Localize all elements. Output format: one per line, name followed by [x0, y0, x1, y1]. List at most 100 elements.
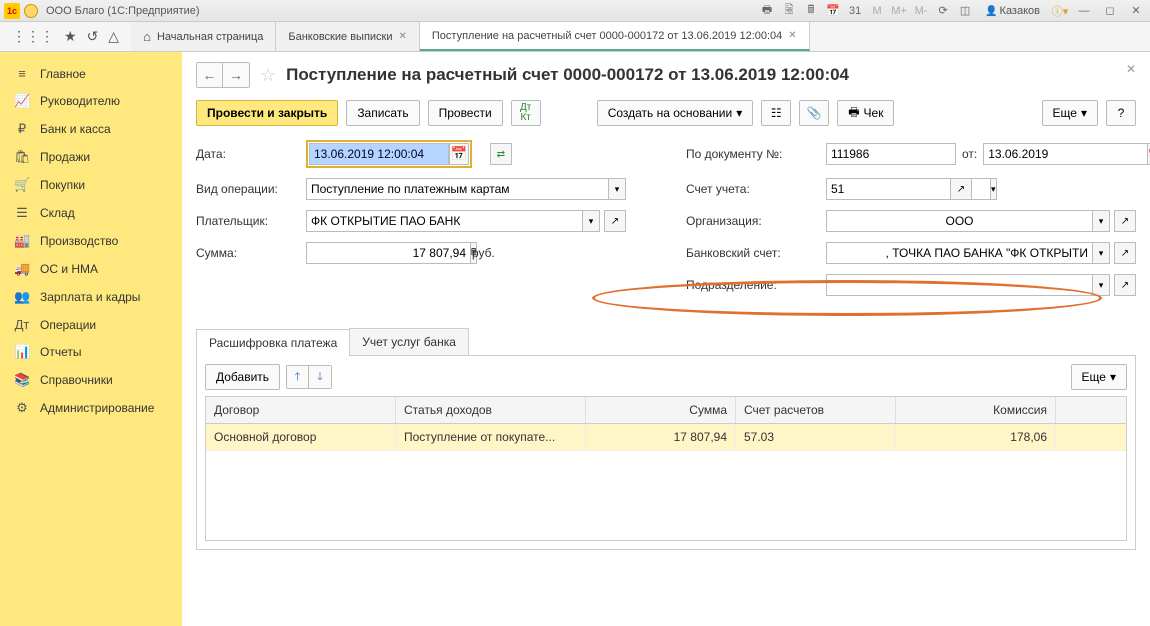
- save-button[interactable]: Записать: [346, 100, 419, 126]
- post-and-close-button[interactable]: Провести и закрыть: [196, 100, 338, 126]
- dropdown-icon[interactable]: ▾: [990, 178, 997, 200]
- sidebar-item-admin[interactable]: ⚙Администрирование: [0, 394, 182, 422]
- open-ref-icon[interactable]: ↗: [1114, 210, 1136, 232]
- label-account: Счет учета:: [686, 182, 816, 196]
- star-icon[interactable]: ☆: [260, 65, 276, 86]
- history-icon[interactable]: ↺: [87, 28, 99, 45]
- info-icon[interactable]: ⓘ▾: [1052, 3, 1068, 19]
- sidebar-item-production[interactable]: 🏭Производство: [0, 227, 182, 255]
- refresh-icon[interactable]: ⟳: [935, 3, 951, 19]
- move-up-button[interactable]: 🡑: [287, 366, 309, 388]
- gear-icon: ⚙: [14, 400, 30, 416]
- label-bank-acct: Банковский счет:: [686, 246, 816, 260]
- panel-icon[interactable]: ◫: [957, 3, 973, 19]
- bank-account-input[interactable]: [826, 242, 1092, 264]
- dropdown-icon[interactable]: ▾: [1092, 210, 1110, 232]
- refresh-sequence-icon[interactable]: ⇄: [490, 143, 512, 165]
- tab-close-icon[interactable]: ✕: [788, 30, 796, 41]
- sum-input[interactable]: [306, 242, 470, 264]
- org-input[interactable]: [826, 210, 1092, 232]
- user-label[interactable]: Казаков: [985, 5, 1040, 17]
- col-sum[interactable]: Сумма: [586, 397, 736, 423]
- grid-toolbar: Добавить 🡑 🡓 Еще ▾: [205, 364, 1127, 390]
- dropdown-icon[interactable]: ▾: [608, 178, 626, 200]
- more-button[interactable]: Еще ▾: [1042, 100, 1098, 126]
- op-type-select[interactable]: [306, 178, 608, 200]
- save-icon[interactable]: 🗟: [781, 3, 797, 19]
- date-input[interactable]: [309, 143, 449, 165]
- dropdown-icon[interactable]: [24, 4, 38, 18]
- print-icon[interactable]: 🖶: [759, 3, 775, 19]
- apps-icon[interactable]: ⋮⋮⋮: [12, 28, 54, 45]
- close-icon[interactable]: ✕: [1126, 3, 1146, 19]
- open-ref-icon[interactable]: ↗: [950, 178, 972, 200]
- col-income[interactable]: Статья доходов: [396, 397, 586, 423]
- tab-bank-statements[interactable]: Банковские выписки ✕: [276, 22, 420, 51]
- create-based-button[interactable]: Создать на основании ▾: [597, 100, 754, 126]
- sidebar-item-label: Отчеты: [40, 345, 81, 359]
- sidebar-item-reports[interactable]: 📊Отчеты: [0, 338, 182, 366]
- minimize-icon[interactable]: —: [1074, 3, 1094, 19]
- nav-back-button[interactable]: ←: [197, 63, 223, 87]
- col-contract[interactable]: Договор: [206, 397, 396, 423]
- division-input[interactable]: [826, 274, 1092, 296]
- maximize-icon[interactable]: ◻: [1100, 3, 1120, 19]
- calendar-picker-icon[interactable]: 📅: [449, 143, 469, 165]
- sidebar-item-label: Операции: [40, 318, 96, 332]
- open-ref-icon[interactable]: ↗: [1114, 274, 1136, 296]
- m-minus-icon[interactable]: M-: [913, 3, 929, 19]
- dropdown-icon[interactable]: ▾: [1092, 274, 1110, 296]
- m-icon[interactable]: M: [869, 3, 885, 19]
- m-plus-icon[interactable]: M+: [891, 3, 907, 19]
- nav-forward-button[interactable]: →: [223, 63, 249, 87]
- grid-empty-area[interactable]: [206, 450, 1126, 540]
- command-bar: Провести и закрыть Записать Провести ДтК…: [196, 100, 1136, 126]
- subtab-services[interactable]: Учет услуг банка: [349, 328, 469, 355]
- factory-icon: 🏭: [14, 233, 30, 249]
- tab-bank-label: Банковские выписки: [288, 31, 392, 43]
- doc-num-input[interactable]: [826, 143, 956, 165]
- favorite-icon[interactable]: ★: [64, 28, 77, 45]
- post-button[interactable]: Провести: [428, 100, 503, 126]
- date-icon[interactable]: 31: [847, 3, 863, 19]
- dtkt-button[interactable]: ДтКт: [511, 100, 541, 126]
- grid-row[interactable]: Основной договор Поступление от покупате…: [206, 424, 1126, 450]
- cheque-button[interactable]: 🖶 Чек: [837, 100, 894, 126]
- tab-current-doc[interactable]: Поступление на расчетный счет 0000-00017…: [420, 22, 810, 51]
- doc-date-input[interactable]: [983, 143, 1147, 165]
- calc-icon[interactable]: 🖩: [803, 3, 819, 19]
- sidebar-item-refs[interactable]: 📚Справочники: [0, 366, 182, 394]
- tab-close-icon[interactable]: ✕: [399, 31, 407, 42]
- sidebar-item-manager[interactable]: 📈Руководителю: [0, 87, 182, 115]
- add-row-button[interactable]: Добавить: [205, 364, 280, 390]
- notifications-icon[interactable]: △: [108, 28, 119, 45]
- page-close-icon[interactable]: ✕: [1126, 62, 1136, 76]
- sidebar-item-label: Справочники: [40, 373, 113, 387]
- dropdown-icon[interactable]: ▾: [1092, 242, 1110, 264]
- sidebar-item-operations[interactable]: ДтОперации: [0, 311, 182, 338]
- grid-more-button[interactable]: Еще ▾: [1071, 364, 1127, 390]
- sidebar-item-stock[interactable]: ☰Склад: [0, 199, 182, 227]
- sidebar-item-hr[interactable]: 👥Зарплата и кадры: [0, 283, 182, 311]
- attach-button[interactable]: 📎: [799, 100, 829, 126]
- open-ref-icon[interactable]: ↗: [1114, 242, 1136, 264]
- col-commission[interactable]: Комиссия: [896, 397, 1056, 423]
- dropdown-icon[interactable]: ▾: [582, 210, 600, 232]
- open-ref-icon[interactable]: ↗: [604, 210, 626, 232]
- sidebar-item-purchases[interactable]: 🛒Покупки: [0, 171, 182, 199]
- sidebar-item-main[interactable]: ≡Главное: [0, 60, 182, 87]
- sidebar-item-sales[interactable]: 🛍Продажи: [0, 143, 182, 171]
- tab-home[interactable]: Начальная страница: [131, 22, 276, 51]
- sidebar-item-assets[interactable]: 🚚ОС и НМА: [0, 255, 182, 283]
- sidebar-item-bank[interactable]: ₽Банк и касса: [0, 115, 182, 143]
- col-settle[interactable]: Счет расчетов: [736, 397, 896, 423]
- subtab-decode[interactable]: Расшифровка платежа: [196, 329, 350, 356]
- sidebar-item-label: Банк и касса: [40, 122, 111, 136]
- label-op-type: Вид операции:: [196, 182, 296, 196]
- structure-button[interactable]: ☷: [761, 100, 791, 126]
- help-button[interactable]: ?: [1106, 100, 1136, 126]
- move-down-button[interactable]: 🡓: [309, 366, 331, 388]
- sidebar-item-label: Руководителю: [40, 94, 120, 108]
- payer-input[interactable]: [306, 210, 582, 232]
- calendar-icon[interactable]: 📅: [825, 3, 841, 19]
